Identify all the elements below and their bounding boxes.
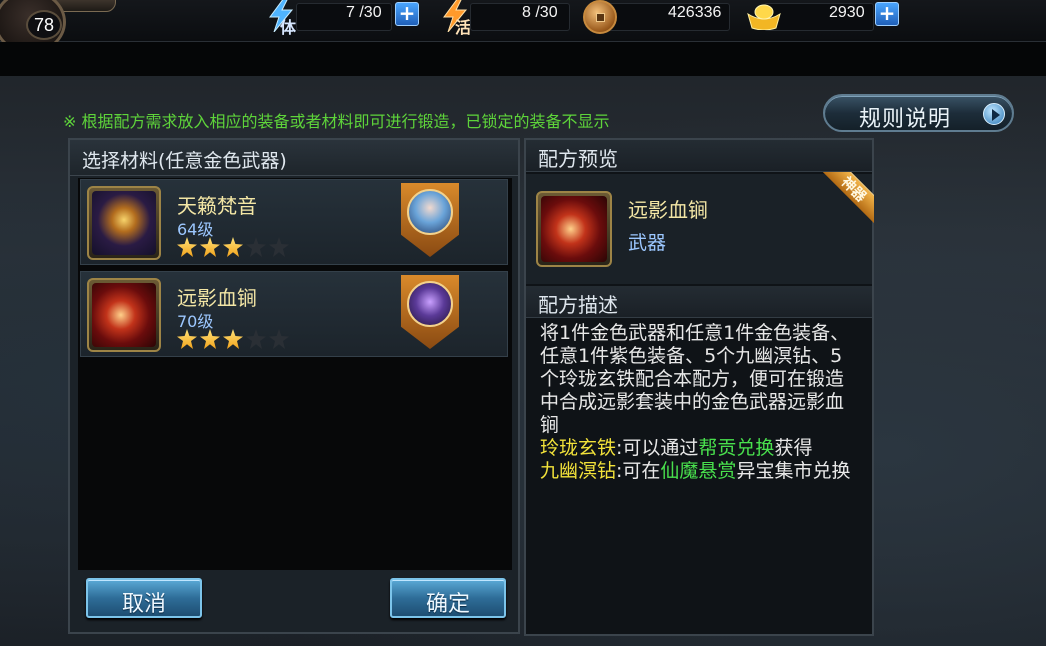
blood-mace-icon — [536, 191, 612, 267]
preview-item-name: 远影血锏 — [628, 198, 708, 222]
recipe-desc-header: 配方描述 — [526, 286, 872, 318]
rules-button-label: 规则说明 — [859, 107, 952, 132]
stamina-value: 7 /30 — [346, 4, 382, 21]
star-icon — [200, 329, 220, 349]
empty-star-icon — [269, 329, 289, 349]
resource-bar: 78 体 7 /30 + 活 8 /30 426336 2930 + — [0, 0, 1046, 54]
artifact-ribbon: 神器 — [820, 172, 874, 226]
player-level: 78 — [26, 10, 62, 40]
empty-star-icon — [269, 237, 289, 257]
rules-button[interactable]: 规则说明 — [823, 94, 1014, 132]
preview-item-type: 武器 — [628, 232, 667, 254]
star-icon — [200, 237, 220, 257]
add-gold-button[interactable]: + — [875, 2, 899, 26]
cancel-button-label: 取消 — [121, 592, 166, 617]
golden-wand-icon — [87, 186, 161, 260]
desc-line-1: 玲珑玄铁:可以通过帮贡兑换获得 — [540, 437, 858, 460]
star-icon — [223, 237, 243, 257]
stamina-label: 体 — [280, 18, 297, 37]
arrow-right-icon — [983, 103, 1005, 125]
material-select-panel: 选择材料(任意金色武器) 天籁梵音 64级 远影血锏 70级 取消 确定 — [68, 138, 520, 634]
material-panel-title: 选择材料(任意金色武器) — [82, 150, 287, 172]
vitality-label: 活 — [455, 18, 472, 37]
desc-text: 获得 — [774, 437, 813, 459]
recipe-preview-title: 配方预览 — [538, 147, 618, 171]
recipe-preview-header: 配方预览 — [526, 140, 872, 172]
item-name: 远影血锏 — [177, 286, 257, 310]
copper-coin-icon — [583, 0, 617, 34]
desc-line-2: 九幽溟钻:可在仙魔悬赏异宝集市兑换 — [540, 460, 858, 483]
item-star-rating — [177, 237, 292, 261]
confirm-button[interactable]: 确定 — [390, 578, 506, 618]
material-list[interactable]: 天籁梵音 64级 远影血锏 70级 — [78, 178, 512, 570]
forge-hint-text: ※ 根据配方需求放入相应的装备或者材料即可进行锻造，已锁定的装备不显示 — [63, 112, 610, 131]
material-item[interactable]: 远影血锏 70级 — [80, 271, 508, 357]
add-stamina-button[interactable]: + — [395, 2, 419, 26]
purple-demon-hero-icon — [401, 275, 459, 349]
confirm-button-label: 确定 — [425, 592, 470, 617]
recipe-preview-item[interactable]: 远影血锏 武器 神器 — [526, 172, 874, 284]
star-icon — [177, 329, 197, 349]
item-name: 天籁梵音 — [177, 194, 257, 218]
recipe-panel: 配方预览 远影血锏 武器 神器 配方描述 将1件金色武器和任意1件金色装备、任意… — [524, 138, 874, 636]
desc-source-link[interactable]: 帮贡兑换 — [698, 437, 774, 459]
copper-value: 426336 — [668, 4, 722, 21]
blue-hair-hero-icon — [401, 183, 459, 257]
cancel-button[interactable]: 取消 — [86, 578, 202, 618]
empty-star-icon — [246, 329, 266, 349]
desc-text: :可在 — [616, 460, 661, 482]
desc-text: :可以通过 — [616, 437, 699, 459]
blood-mace-icon — [87, 278, 161, 352]
desc-material-name: 玲珑玄铁 — [540, 437, 617, 459]
gold-value: 2930 — [829, 4, 865, 21]
material-panel-header: 选择材料(任意金色武器) — [70, 140, 518, 176]
item-star-rating — [177, 329, 292, 353]
empty-star-icon — [246, 237, 266, 257]
gold-ingot-icon — [747, 4, 781, 30]
desc-source-link[interactable]: 仙魔悬赏 — [660, 460, 736, 482]
desc-main: 将1件金色武器和任意1件金色装备、任意1件紫色装备、5个九幽溟钻、5个玲珑玄铁配… — [540, 322, 850, 436]
top-divider-strip — [0, 42, 1046, 76]
material-item[interactable]: 天籁梵音 64级 — [80, 179, 508, 265]
desc-material-name: 九幽溟钻 — [540, 460, 617, 482]
vitality-value: 8 /30 — [522, 4, 558, 21]
desc-text: 异宝集市兑换 — [736, 460, 851, 482]
star-icon — [223, 329, 243, 349]
star-icon — [177, 237, 197, 257]
recipe-description: 将1件金色武器和任意1件金色装备、任意1件紫色装备、5个九幽溟钻、5个玲珑玄铁配… — [540, 322, 858, 483]
recipe-desc-title: 配方描述 — [538, 293, 618, 317]
